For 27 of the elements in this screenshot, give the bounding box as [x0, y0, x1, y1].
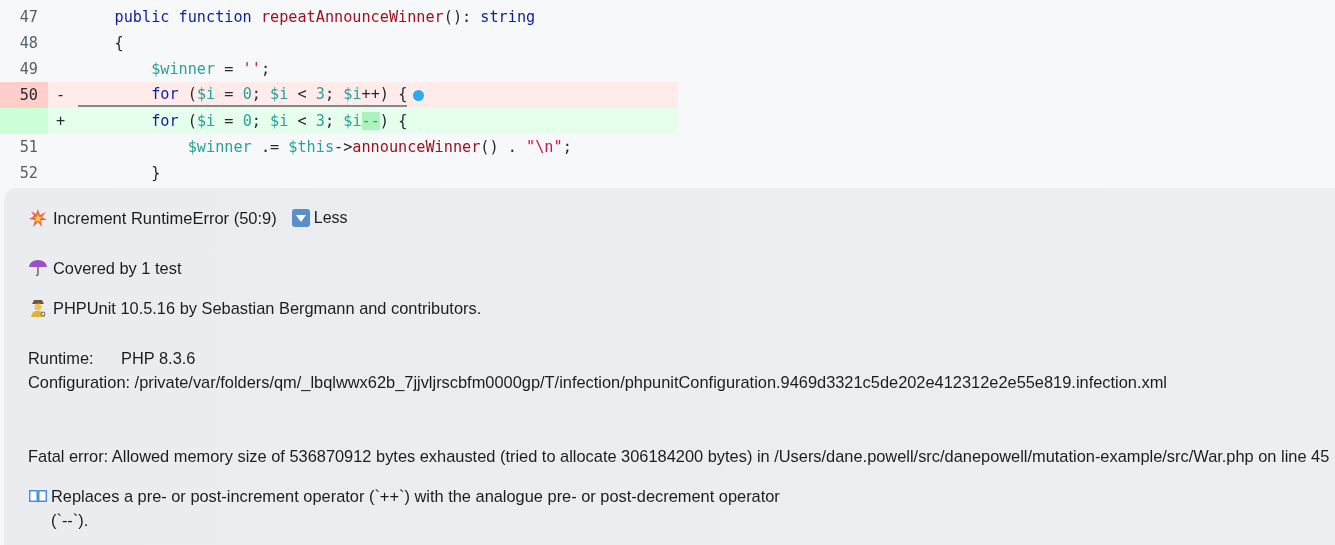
line-number: 50: [0, 82, 48, 108]
mutator-description: Replaces a pre- or post-increment operator (`++`) with the analogue pre- or post-decrement operator (`--`).: [51, 486, 781, 531]
code-line: {: [113, 33, 124, 54]
mutant-title: Increment RuntimeError (50:9): [53, 208, 277, 228]
line-number: 52: [18, 163, 39, 184]
diff-marker: +: [56, 112, 66, 130]
code-line: $winner .= $this->announceWinner() . "\n";: [186, 137, 572, 158]
line-number: [0, 108, 48, 134]
burst-icon: [28, 208, 48, 228]
code-line: public function repeatAnnounceWinner(): string: [113, 7, 536, 28]
coverage-text: Covered by 1 test: [53, 258, 182, 278]
umbrella-icon: [28, 258, 48, 278]
runtime-value: PHP 8.3.6: [121, 348, 196, 368]
line-number: 51: [18, 137, 39, 158]
line-number: 49: [18, 59, 39, 80]
configuration-text: Configuration: /private/var/folders/qm/_lbqlwwx62b_7jjvljrscbfm0000gp/T/infection/phpunitConfiguration.9469d3321c5de202e412312e2e55e819.infection.xml: [28, 372, 1167, 392]
line-number: 48: [18, 33, 39, 54]
detective-figure-icon: [28, 298, 48, 318]
fatal-error-text: Fatal error: Allowed memory size of 536870912 bytes exhausted (tried to allocate 306184200 bytes) in /Users/dane.powell/src/danepowell/mutation-example/src/War.php on line 45: [28, 446, 1330, 466]
runtime-label: Runtime:: [28, 348, 95, 368]
runner-text: PHPUnit 10.5.16 by Sebastian Bergmann and contributors.: [53, 298, 482, 318]
code-line: }: [150, 163, 161, 184]
diff-marker: -: [56, 86, 66, 104]
code-line: $winner = '';: [150, 59, 271, 80]
less-button[interactable]: Less: [291, 209, 348, 227]
code-line: for ($i = 0; $i < 3; $i--) {: [150, 111, 408, 132]
line-number: 47: [18, 7, 39, 28]
